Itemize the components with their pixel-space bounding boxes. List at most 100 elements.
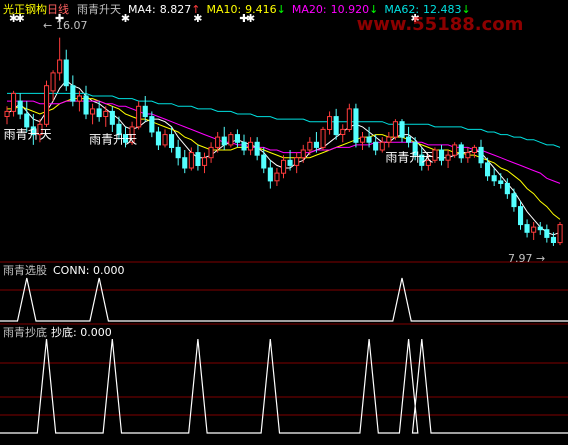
conn-value: 0.000 — [93, 264, 125, 277]
candle-body — [333, 116, 339, 136]
candle-body — [274, 172, 280, 182]
candle — [162, 129, 168, 148]
candle — [320, 126, 326, 150]
candle-body — [557, 224, 563, 244]
candle-body — [162, 134, 168, 146]
stock-pick-title: 雨青选股 — [3, 264, 47, 277]
candle — [175, 139, 181, 166]
candle — [57, 37, 63, 81]
candle-body — [96, 108, 102, 118]
candle — [300, 144, 306, 163]
candle — [511, 188, 517, 212]
candle-body — [188, 152, 194, 169]
candle — [109, 106, 115, 132]
bottom-fishing-line — [0, 338, 568, 434]
candle-body — [439, 149, 445, 161]
signal-line — [0, 277, 568, 322]
candle-body — [511, 193, 517, 208]
ma62-value: 12.483 — [423, 3, 462, 16]
candle-body — [175, 146, 181, 159]
low-marker: → — [536, 252, 545, 264]
high-label: 16.07 — [56, 19, 88, 32]
candle — [498, 173, 504, 189]
signal-text: 雨青升天 — [385, 151, 433, 165]
candle-body — [76, 95, 83, 102]
candle-body — [83, 95, 89, 115]
candle — [281, 155, 287, 179]
candle-body — [202, 157, 208, 166]
candle — [254, 137, 260, 161]
candlestick-chart[interactable]: ✱✱ ✱ ✱ ✱ ✱✚ ✚雨青升天 雨青升天雨青升天 www.55188.com ← 16.… — [0, 0, 568, 265]
candle — [294, 152, 300, 174]
candle-body — [136, 105, 142, 128]
candle-body — [90, 108, 96, 115]
candle — [90, 103, 96, 125]
candle — [452, 142, 458, 158]
header-bar: 光正钢构日线 雨青升天 MA4: 8.827↑ MA10: 9.416↓ MA20: 10.9… — [3, 2, 471, 16]
candle — [445, 150, 451, 168]
candle — [169, 126, 175, 153]
candle-body — [485, 162, 491, 177]
ma20-label: MA20: — [292, 3, 327, 16]
conn-line — [0, 277, 568, 322]
candle-body — [550, 236, 557, 243]
candle — [248, 137, 254, 156]
stock-pick-panel[interactable]: 雨青选股 CONN: 0.000 — [0, 264, 568, 325]
candle-body — [221, 136, 227, 146]
candle-body — [537, 226, 543, 231]
bottom-fishing-value: 0.000 — [80, 326, 112, 339]
candle — [458, 142, 464, 163]
candle — [274, 168, 280, 186]
candle-body — [313, 141, 319, 148]
main-chart-panel[interactable]: ✱ ✱ ✱ ✱ ✱ ✱ ✚ ✚ 雨青升天 雨青升天 雨青升天 www.55188.com ← 16.… — [0, 0, 568, 265]
candle-body — [498, 180, 504, 184]
candle-body — [373, 141, 379, 151]
candle — [195, 144, 201, 171]
candle — [76, 90, 83, 112]
bottom-fishing-label: 抄底 — [51, 325, 73, 339]
candle — [208, 142, 214, 163]
signal-text: 雨青升天 — [89, 133, 137, 147]
svg-text:光正钢构日线雨青升天MA4:8.827↑MA10:9.416: 光正钢构日线 雨青升天 MA4: 8.827↑ MA10: 9.416↓ MA20: 10.9… — [3, 2, 471, 16]
candle-body — [406, 136, 412, 143]
candle — [406, 126, 412, 148]
candle — [478, 139, 484, 168]
candle-body — [228, 134, 234, 146]
stock-pick-chart[interactable]: 雨青选股 CONN: 0.000 — [0, 264, 568, 325]
candle — [70, 75, 76, 107]
candle — [399, 119, 405, 143]
candle-body — [471, 146, 477, 153]
candle — [557, 222, 563, 246]
candle — [17, 93, 23, 120]
candle-body — [518, 206, 524, 226]
candle-body — [57, 59, 63, 74]
ma10-value: 9.416 — [245, 3, 277, 16]
candle — [537, 222, 543, 235]
candle — [491, 168, 497, 186]
candle-body — [142, 105, 148, 118]
candle-body — [169, 134, 175, 149]
candle-body — [215, 136, 221, 148]
candle — [432, 147, 438, 163]
candle-body — [281, 159, 287, 174]
candle — [202, 152, 208, 174]
high-marker: ← — [43, 19, 52, 32]
candle — [333, 108, 339, 140]
candle — [241, 134, 247, 156]
bottom-fishing-chart[interactable]: 雨青抄底 抄底: 0.000 — [0, 325, 568, 441]
candle-body — [452, 144, 458, 156]
candle — [228, 132, 234, 148]
candle — [465, 147, 471, 163]
ma10-label: MA10: — [206, 3, 241, 16]
candle-body — [17, 100, 23, 115]
candle — [267, 160, 273, 189]
candle-body — [524, 224, 530, 233]
candle — [182, 150, 188, 174]
candle-body — [4, 110, 10, 118]
ma20-arrow: ↓ — [369, 3, 378, 16]
candle-body — [50, 72, 56, 92]
candle-body — [300, 149, 306, 159]
stock-pick-header: 雨青选股 CONN: 0.000 — [3, 264, 125, 277]
ma62-label: MA62: — [384, 3, 419, 16]
bottom-fishing-panel[interactable]: 雨青抄底 抄底: 0.000 — [0, 325, 568, 441]
